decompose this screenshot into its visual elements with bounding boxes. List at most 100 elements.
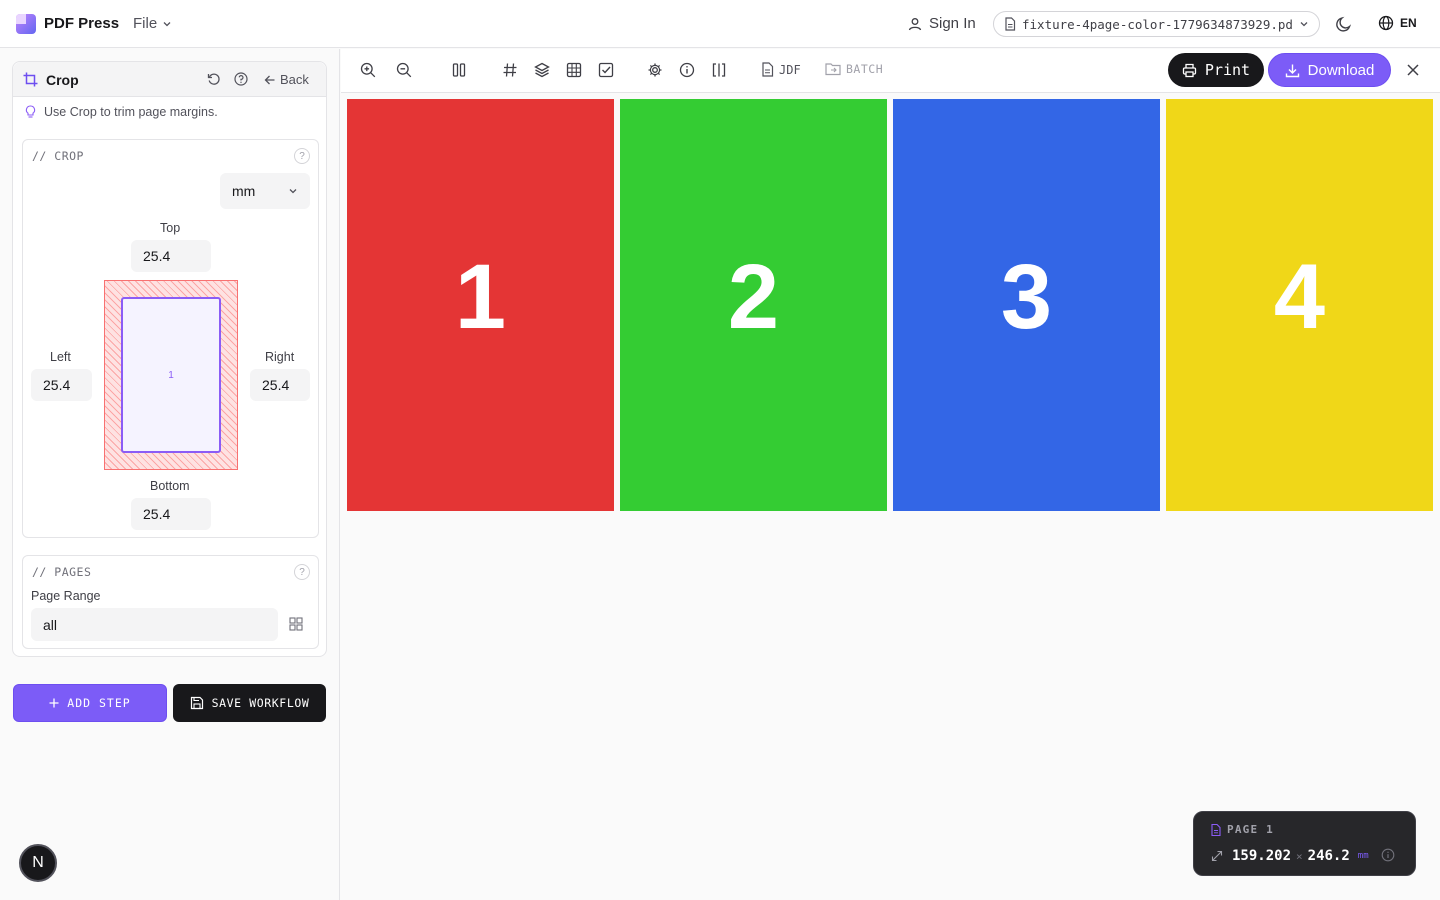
crop-help-icon[interactable]: ?: [294, 148, 310, 164]
batch-button[interactable]: BATCH: [825, 62, 883, 76]
add-step-button[interactable]: ADD STEP: [13, 684, 167, 722]
page-range-input[interactable]: all: [31, 608, 278, 641]
info-icon[interactable]: [679, 62, 695, 78]
file-selector[interactable]: fixture-4page-color-1779634873929.pdf: [993, 11, 1320, 37]
panel-header: Crop Back: [13, 62, 326, 97]
document-icon: [762, 62, 774, 77]
pages-section: // PAGES ? Page Range all: [22, 555, 319, 649]
language-label: EN: [1400, 16, 1417, 30]
chevron-down-icon: [163, 21, 171, 26]
file-menu-label: File: [133, 15, 158, 32]
save-icon: [190, 696, 203, 710]
bottom-margin-input[interactable]: 25.4: [131, 498, 211, 530]
crop-preview-page: 1: [121, 297, 221, 453]
print-button[interactable]: Print: [1168, 53, 1264, 87]
chevron-down-icon: [1300, 22, 1308, 27]
jdf-label: JDF: [779, 62, 801, 77]
folder-batch-icon: [825, 63, 841, 76]
user-icon: [908, 17, 922, 30]
right-label: Right: [265, 350, 295, 364]
download-icon: [1285, 64, 1299, 77]
page-thumbnail-4[interactable]: 4: [1166, 99, 1433, 511]
checkbox-icon[interactable]: [598, 62, 614, 78]
page-thumbnail-1[interactable]: 1: [347, 99, 614, 511]
file-name: fixture-4page-color-1779634873929.pdf: [1022, 16, 1293, 32]
dev-tools-badge[interactable]: N: [19, 844, 57, 882]
app-name: PDF Press: [44, 15, 120, 32]
print-label: Print: [1204, 61, 1251, 79]
left-label: Left: [50, 350, 71, 364]
panel-title: Crop: [46, 72, 79, 88]
close-icon[interactable]: [1405, 62, 1421, 78]
printer-icon: [1182, 63, 1197, 77]
help-icon[interactable]: [234, 72, 248, 86]
page-thumbnail-3[interactable]: 3: [893, 99, 1160, 511]
zoom-out-icon[interactable]: [396, 62, 412, 78]
file-menu[interactable]: File: [133, 15, 172, 32]
pages-section-label: // PAGES: [32, 565, 92, 579]
table-grid-icon[interactable]: [566, 62, 582, 78]
page-width: 159.202: [1232, 848, 1292, 864]
crop-section-label: // CROP: [32, 149, 84, 163]
back-button[interactable]: Back: [264, 72, 309, 87]
tool-tip: Use Crop to trim page margins.: [25, 105, 218, 119]
page-info-label: PAGE 1: [1211, 823, 1274, 836]
page-info-card: PAGE 1 159.202 × 246.2 mm: [1193, 811, 1416, 876]
resize-diagonal-icon: [1211, 850, 1223, 862]
sign-in-label: Sign In: [929, 15, 976, 32]
top-label: Top: [160, 221, 181, 235]
unit-value: mm: [232, 183, 256, 199]
arrow-left-icon: [264, 75, 275, 84]
dark-mode-toggle-icon[interactable]: [1335, 15, 1353, 33]
zoom-in-icon[interactable]: [360, 62, 376, 78]
top-bar: PDF Press File Sign In fixture-4page-col…: [0, 0, 1440, 48]
back-label: Back: [280, 72, 309, 87]
info-icon[interactable]: [1381, 848, 1395, 862]
page-height: 246.2: [1307, 848, 1350, 864]
tool-sidebar: Crop Back Use Crop to trim page margins.…: [0, 49, 340, 900]
dimension-unit: mm: [1357, 851, 1369, 861]
page-number: 1: [454, 245, 507, 348]
sign-in-button[interactable]: Sign In: [908, 15, 976, 32]
compare-brackets-icon[interactable]: [711, 62, 727, 78]
batch-label: BATCH: [846, 62, 884, 76]
plus-icon: [49, 698, 59, 708]
page-thumbnail-2[interactable]: 2: [620, 99, 887, 511]
reset-icon[interactable]: [207, 72, 221, 86]
settings-gear-icon[interactable]: [647, 62, 663, 78]
crop-panel: Crop Back Use Crop to trim page margins.…: [12, 61, 327, 657]
globe-icon: [1378, 15, 1394, 31]
page-number: 3: [1000, 245, 1053, 348]
dimension-separator: ×: [1296, 849, 1303, 863]
save-workflow-label: SAVE WORKFLOW: [211, 696, 310, 710]
language-selector[interactable]: EN: [1378, 15, 1417, 31]
document-icon: [1005, 17, 1016, 31]
tip-text: Use Crop to trim page margins.: [44, 105, 218, 119]
jdf-button[interactable]: JDF: [761, 62, 801, 77]
crop-section: // CROP ? mm Top 25.4 Left 25.4 Right 25…: [22, 139, 319, 538]
download-button[interactable]: Download: [1268, 53, 1391, 87]
save-workflow-button[interactable]: SAVE WORKFLOW: [173, 684, 326, 722]
unit-select[interactable]: mm: [220, 173, 310, 209]
layers-icon[interactable]: [534, 62, 550, 78]
page-picker-grid-icon[interactable]: [289, 617, 303, 631]
crop-preview: 1: [104, 280, 238, 470]
page-number: 4: [1273, 245, 1326, 348]
add-step-label: ADD STEP: [67, 696, 131, 710]
right-margin-input[interactable]: 25.4: [250, 369, 310, 401]
download-label: Download: [1307, 61, 1375, 79]
viewer-toolbar: JDF BATCH Print Download: [341, 49, 1440, 93]
page-dimensions: 159.202 × 246.2 mm: [1211, 848, 1369, 864]
top-margin-input[interactable]: 25.4: [131, 240, 211, 272]
crop-icon: [23, 72, 38, 87]
chevron-down-icon: [289, 189, 297, 194]
document-icon: [1211, 823, 1221, 836]
columns-view-icon[interactable]: [451, 62, 467, 78]
hash-icon[interactable]: [502, 62, 518, 78]
app-logo: [16, 14, 36, 34]
left-margin-input[interactable]: 25.4: [31, 369, 92, 401]
page-number: 2: [727, 245, 780, 348]
page-info-title: PAGE 1: [1227, 823, 1274, 836]
pages-help-icon[interactable]: ?: [294, 564, 310, 580]
lightbulb-icon: [25, 105, 36, 118]
